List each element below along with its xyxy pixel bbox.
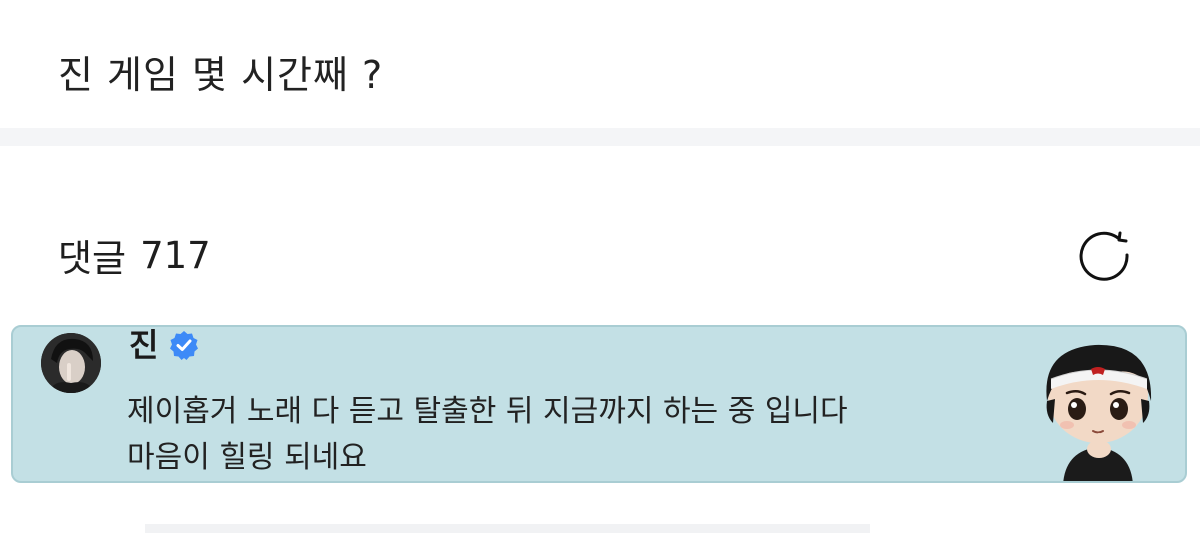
author-name[interactable]: 진	[129, 327, 158, 363]
comments-header: 댓글 717	[58, 230, 211, 281]
refresh-icon	[1079, 231, 1129, 281]
comment-body: 제이홉거 노래 다 듣고 탈출한 뒤 지금까지 하는 중 입니다 마음이 힐링 …	[127, 389, 848, 481]
comment-line: 제이홉거 노래 다 듣고 탈출한 뒤 지금까지 하는 중 입니다	[127, 394, 848, 429]
comments-count: 717	[140, 233, 211, 277]
author-row: 진	[129, 327, 200, 363]
comments-label: 댓글	[58, 237, 127, 280]
comment-line: 마음이 힐링 되네요	[127, 440, 367, 475]
verified-check-icon	[168, 329, 200, 361]
section-divider	[0, 128, 1200, 146]
next-comment-edge	[145, 524, 870, 533]
chibi-character-sticker	[1033, 339, 1163, 481]
refresh-button[interactable]	[1078, 229, 1134, 285]
avatar[interactable]	[41, 333, 101, 393]
highlighted-comment[interactable]: 진 제이홉거 노래 다 듣고 탈출한 뒤 지금까지 하는 중 입니다 마음이 힐…	[11, 325, 1187, 483]
post-title: 진 게임 몇 시간째 ?	[58, 53, 384, 97]
